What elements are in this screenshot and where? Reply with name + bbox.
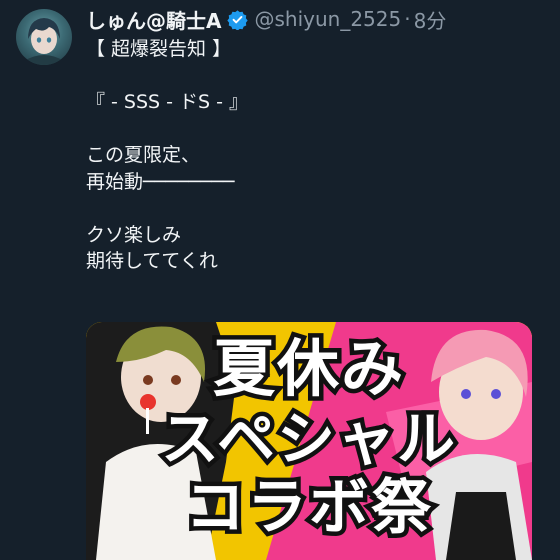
dot-separator: · — [404, 7, 411, 31]
avatar-image — [24, 18, 64, 65]
banner-line-2: スペシャル — [157, 402, 460, 477]
tweet-line: ​ — [86, 195, 526, 222]
display-name[interactable]: しゅん@騎士A — [86, 5, 221, 34]
tweet-line: 『 - SSS - ドS - 』 — [86, 91, 249, 113]
tweet-media-image[interactable]: 夏休み スペシャル コラボ祭 — [86, 322, 532, 560]
tweet-line: 期待しててくれ — [86, 250, 218, 272]
tweet-line: 再始動──────── — [86, 170, 235, 193]
tweet-line: 【 超爆裂告知 】 — [86, 38, 232, 60]
tweet-header: しゅん@騎士A @shiyun_2525 · 8分 — [86, 5, 447, 34]
banner-line-1: 夏休み — [208, 329, 407, 408]
timestamp[interactable]: 8分 — [414, 5, 447, 34]
tweet-line: この夏限定、 — [86, 144, 201, 166]
tweet-text: 【 超爆裂告知 】​『 - SSS - ドS - 』​この夏限定、再始動────… — [86, 36, 526, 275]
tweet-line: ​ — [86, 116, 526, 143]
tweet-line: クソ楽しみ — [86, 223, 182, 246]
tweet-line: ​ — [86, 63, 526, 90]
avatar[interactable] — [16, 9, 72, 65]
user-handle[interactable]: @shiyun_2525 — [254, 7, 401, 31]
verified-badge-icon — [227, 9, 249, 30]
banner-line-3: コラボ祭 — [181, 470, 436, 547]
